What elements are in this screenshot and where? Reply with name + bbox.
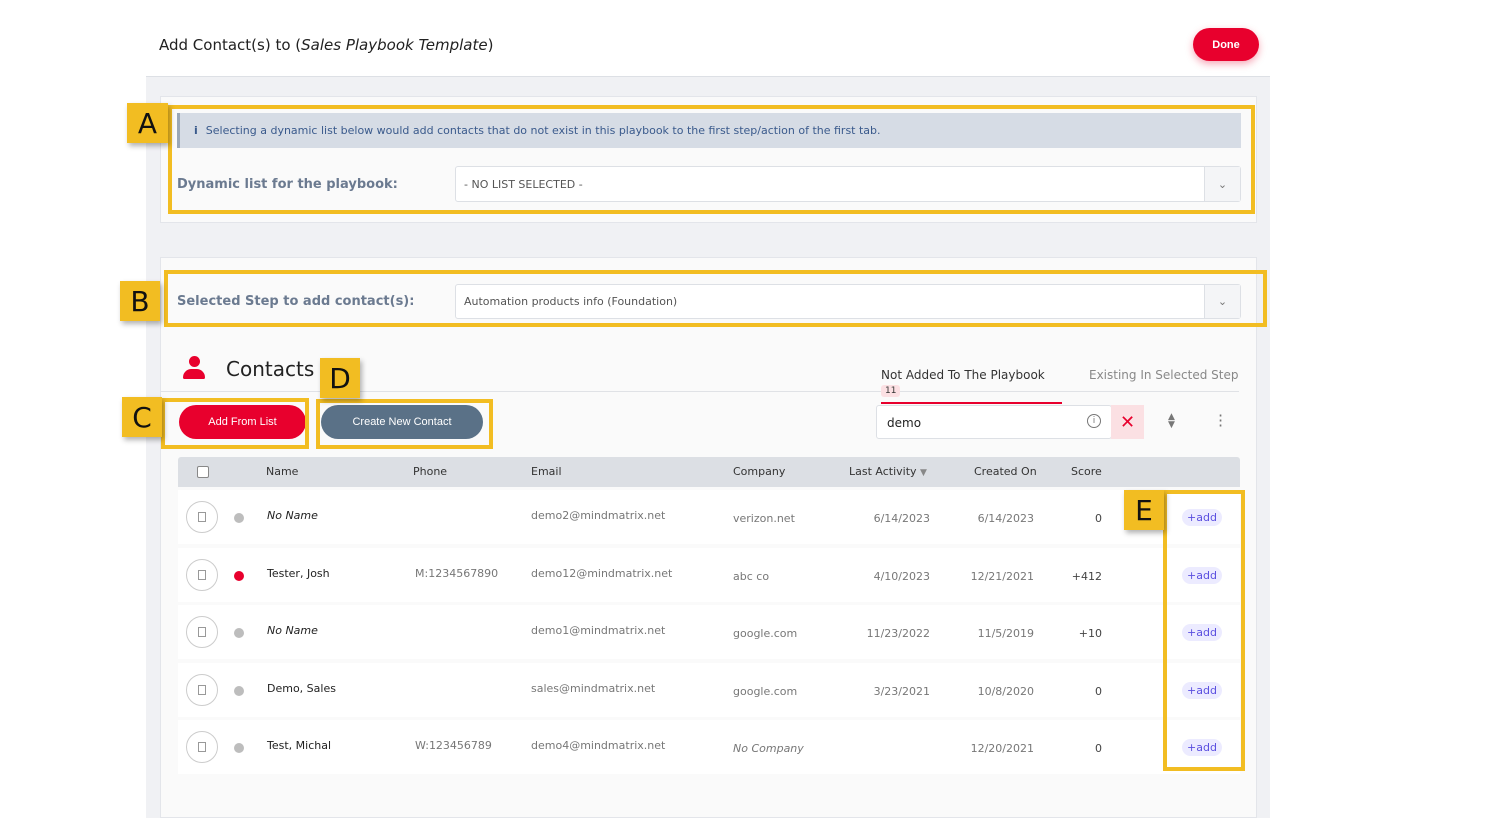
row-checkbox[interactable] [186,559,218,591]
more-options-icon[interactable]: · · · [1218,408,1223,434]
contacts-heading: Contacts [226,357,315,381]
row-checkbox[interactable] [186,674,218,706]
contact-email: sales@mindmatrix.net [531,682,656,695]
annotation-box-d [316,399,493,449]
contact-score: +412 [1071,570,1102,583]
contact-name[interactable]: No Name [267,624,318,637]
annotation-label-c: C [122,397,162,437]
contact-score: 0 [1095,685,1102,698]
status-dot [234,571,244,581]
contact-company: verizon.net [733,512,795,525]
row-checkbox[interactable] [186,731,218,763]
contact-company: google.com [733,627,798,640]
page-title: Add Contact(s) to (Sales Playbook Templa… [159,36,494,54]
contact-name[interactable]: No Name [267,509,318,522]
table-row: No Name demo1@mindmatrix.net google.com … [178,605,1240,659]
annotation-box-e [1163,490,1245,771]
row-checkbox[interactable] [186,616,218,648]
header-name[interactable]: Name [266,465,298,478]
clear-search-button[interactable]: ✕ [1111,405,1144,439]
contact-company: google.com [733,685,798,698]
contact-score: +10 [1078,627,1102,640]
contact-created-on: 11/5/2019 [977,627,1034,640]
row-checkbox[interactable] [186,501,218,533]
header-last-activity[interactable]: Last Activity ▼ [849,465,927,478]
annotation-box-a [168,105,1255,214]
header-company[interactable]: Company [733,465,785,478]
contact-name[interactable]: Demo, Sales [267,682,336,695]
status-dot [234,513,244,523]
contact-email: demo12@mindmatrix.net [531,567,673,580]
status-dot [234,686,244,696]
status-dot [234,628,244,638]
annotation-label-d: D [320,358,360,398]
header-email[interactable]: Email [531,465,562,478]
contact-created-on: 12/20/2021 [970,742,1034,755]
tab-not-added[interactable]: Not Added To The Playbook 11 [881,368,1062,404]
annotation-box-c [161,398,309,449]
header-phone[interactable]: Phone [413,465,447,478]
info-icon: i [1087,414,1101,428]
select-all-checkbox[interactable] [197,466,209,478]
contact-created-on: 12/21/2021 [970,570,1034,583]
sort-down-icon: ▼ [920,468,927,478]
tab-existing[interactable]: Existing In Selected Step [1089,368,1238,382]
contact-created-on: 6/14/2023 [977,512,1034,525]
contact-last-activity: 11/23/2022 [866,627,930,640]
table-row: Demo, Sales sales@mindmatrix.net google.… [178,663,1240,717]
annotation-label-b: B [120,281,160,321]
contact-created-on: 10/8/2020 [977,685,1034,698]
contact-score: 0 [1095,512,1102,525]
contacts-person-icon [183,356,205,380]
contact-last-activity: 3/23/2021 [873,685,930,698]
contact-name[interactable]: Test, Michal [267,739,331,752]
table-row: Tester, Josh M:1234567890 demo12@mindmat… [178,548,1240,602]
contact-company: abc co [733,570,770,583]
contact-score: 0 [1095,742,1102,755]
contact-last-activity: 4/10/2023 [873,570,930,583]
search-input[interactable]: demo i [876,405,1112,439]
table-row: No Name demo2@mindmatrix.net verizon.net… [178,490,1240,544]
contact-name[interactable]: Tester, Josh [267,567,330,580]
header-score[interactable]: Score [1071,465,1102,478]
contact-phone: W:123456789 [415,739,492,752]
header-created-on[interactable]: Created On [974,465,1037,478]
annotation-label-a: A [127,103,168,143]
sort-icon[interactable]: ▲ ▼ [1168,413,1175,430]
annotation-label-e: E [1124,490,1164,530]
status-dot [234,743,244,753]
count-badge: 11 [881,385,901,397]
done-button[interactable]: Done [1193,28,1259,61]
contact-email: demo1@mindmatrix.net [531,624,666,637]
contact-email: demo4@mindmatrix.net [531,739,666,752]
contact-last-activity: 6/14/2023 [873,512,930,525]
contact-phone: M:1234567890 [415,567,499,580]
annotation-box-b [164,270,1267,327]
table-row: Test, Michal W:123456789 demo4@mindmatri… [178,720,1240,774]
contact-email: demo2@mindmatrix.net [531,509,666,522]
contact-company: No Company [733,742,804,755]
